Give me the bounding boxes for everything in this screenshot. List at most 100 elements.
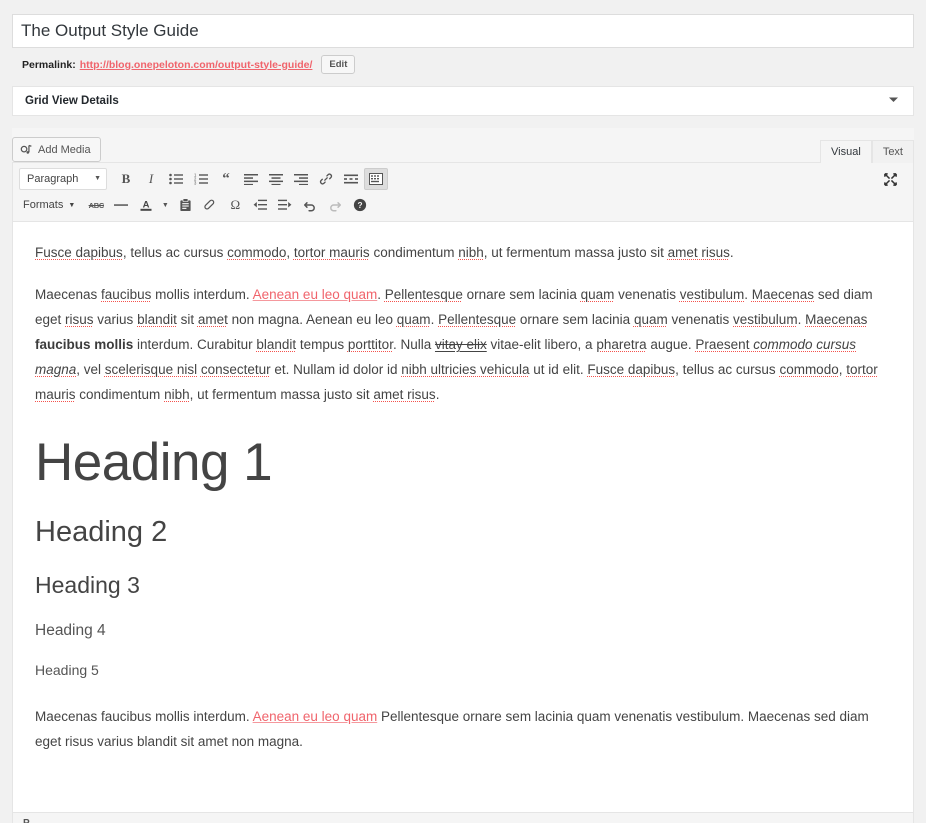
keyboard-shortcuts-button[interactable]: ?: [348, 194, 372, 216]
edit-permalink-button[interactable]: Edit: [321, 55, 356, 74]
text-span: varius: [93, 312, 138, 327]
paste-as-text-button[interactable]: [173, 194, 197, 216]
grid-view-details-metabox[interactable]: Grid View Details: [12, 86, 914, 116]
text-span: , ut fermentum massa justo sit: [483, 245, 668, 260]
outdent-button[interactable]: [248, 194, 272, 216]
paragraph-style-value: Paragraph: [27, 172, 79, 185]
text-color-split-button[interactable]: A ▼: [134, 194, 172, 216]
text-span: augue.: [646, 337, 696, 352]
text-span: commodo: [227, 245, 287, 260]
text-span: tortor mauris: [293, 245, 370, 260]
bold-button[interactable]: B: [114, 168, 138, 190]
text-span: tempus: [296, 337, 348, 352]
editor-toolbar: Paragraph ▼ B I 1 2 3 “ Formats ▼ ABC A …: [12, 162, 914, 221]
tab-visual[interactable]: Visual: [820, 140, 872, 163]
chevron-down-icon[interactable]: ▼: [158, 194, 172, 216]
editor-top-row: Add Media Visual Text: [12, 128, 914, 163]
strikethrough-button[interactable]: ABC: [84, 194, 108, 216]
text-span: amet risus: [667, 245, 730, 260]
text-span: mollis interdum.: [151, 287, 253, 302]
content-paragraph-2: Maecenas faucibus mollis interdum. Aenea…: [35, 282, 891, 407]
editor-mode-tabs: Visual Text: [820, 139, 914, 163]
text-span: nibh: [458, 245, 484, 260]
chevron-down-icon[interactable]: [884, 94, 903, 109]
text-span: vestibulum: [679, 287, 745, 302]
text-span: Maecenas faucibus mollis interdum.: [35, 709, 253, 725]
text-span: porttitor: [347, 337, 393, 352]
metabox-title: Grid View Details: [25, 95, 119, 107]
text-color-button[interactable]: A: [134, 194, 158, 216]
align-left-button[interactable]: [239, 168, 263, 190]
inline-link-aenean-1[interactable]: Aenean eu leo quam: [253, 287, 378, 302]
blockquote-button[interactable]: “: [214, 168, 238, 190]
toolbar-row-1: Paragraph ▼ B I 1 2 3 “: [17, 165, 909, 192]
tab-text[interactable]: Text: [871, 140, 914, 163]
bulleted-list-button[interactable]: [164, 168, 188, 190]
svg-text:?: ?: [358, 200, 363, 210]
text-span: ornare sem lacinia: [516, 312, 634, 327]
toolbar-toggle-button[interactable]: [364, 167, 388, 190]
text-span: non magna. Aenean eu leo: [227, 312, 397, 327]
numbered-list-button[interactable]: 1 2 3: [189, 168, 213, 190]
text-span: amet risus: [373, 387, 436, 402]
text-span: interdum. Curabitur: [133, 337, 257, 352]
text-span: , ut fermentum massa justo sit: [189, 387, 374, 402]
text-span: Pellentesque: [384, 287, 463, 302]
text-span: Fusce dapibus: [587, 362, 676, 377]
strikethrough-text: vitay elix: [434, 337, 487, 352]
text-span: venenatis: [614, 287, 680, 302]
text-span: scelerisque nisl: [104, 362, 198, 377]
content-heading-4: Heading 4: [35, 621, 106, 639]
bold-text: faucibus mollis: [35, 337, 134, 352]
text-span: . Nulla: [392, 337, 435, 352]
insert-link-button[interactable]: [314, 168, 338, 190]
editor-content-area[interactable]: Fusce dapibus, tellus ac cursus commodo,…: [12, 221, 914, 813]
text-span: vitae-elit libero, a: [486, 337, 597, 352]
italic-button[interactable]: I: [139, 168, 163, 190]
content-heading-2: Heading 2: [35, 515, 168, 548]
element-path[interactable]: P: [23, 818, 30, 823]
chevron-down-icon: ▼: [94, 175, 101, 182]
text-span: quam: [396, 312, 431, 327]
text-span: nibh ultricies vehicula: [401, 362, 530, 377]
text-span: risus: [65, 312, 94, 327]
text-span: ornare sem lacinia: [462, 287, 581, 302]
text-span: sit: [176, 312, 198, 327]
content-heading-1: Heading 1: [35, 433, 273, 492]
inline-link-aenean-2[interactable]: Aenean eu leo quam: [253, 709, 378, 724]
post-title-input[interactable]: [12, 14, 914, 48]
text-span: faucibus: [101, 287, 152, 302]
fullscreen-icon[interactable]: [879, 168, 901, 190]
align-right-button[interactable]: [289, 168, 313, 190]
editor-container: Add Media Visual Text Paragraph ▼ B I 1 …: [12, 128, 914, 823]
text-span: , vel: [76, 362, 105, 377]
redo-button[interactable]: [323, 194, 347, 216]
paragraph-style-select[interactable]: Paragraph ▼: [19, 167, 107, 190]
text-span: Maecenas: [35, 287, 102, 302]
text-span: quam: [633, 312, 668, 327]
text-span: Fusce dapibus: [35, 245, 123, 260]
permalink-url-link[interactable]: http://blog.onepeloton.com/output-style-…: [80, 59, 313, 71]
content-heading-5: Heading 5: [35, 662, 99, 679]
formats-menu-button[interactable]: Formats ▼: [19, 194, 79, 216]
text-span: .: [430, 312, 439, 327]
horizontal-rule-button[interactable]: [109, 194, 133, 216]
read-more-button[interactable]: [339, 168, 363, 190]
add-media-icon: [20, 143, 33, 156]
toolbar-row-2: Formats ▼ ABC A ▼ Ω ?: [17, 192, 909, 218]
text-span: Praesent: [695, 337, 754, 352]
text-span: blandit: [256, 337, 297, 352]
special-character-button[interactable]: Ω: [223, 194, 247, 216]
add-media-button[interactable]: Add Media: [12, 137, 101, 162]
clear-formatting-button[interactable]: [198, 194, 222, 216]
text-span: ,: [286, 245, 294, 260]
content-paragraph-3: Maecenas faucibus mollis interdum. Aenea…: [35, 704, 891, 754]
text-span: .: [797, 312, 806, 327]
text-span: nibh: [164, 387, 190, 402]
permalink-row: Permalink: http://blog.onepeloton.com/ou…: [0, 48, 926, 74]
align-center-button[interactable]: [264, 168, 288, 190]
text-span: .: [435, 387, 440, 402]
undo-button[interactable]: [298, 194, 322, 216]
text-span: amet: [197, 312, 228, 327]
indent-button[interactable]: [273, 194, 297, 216]
